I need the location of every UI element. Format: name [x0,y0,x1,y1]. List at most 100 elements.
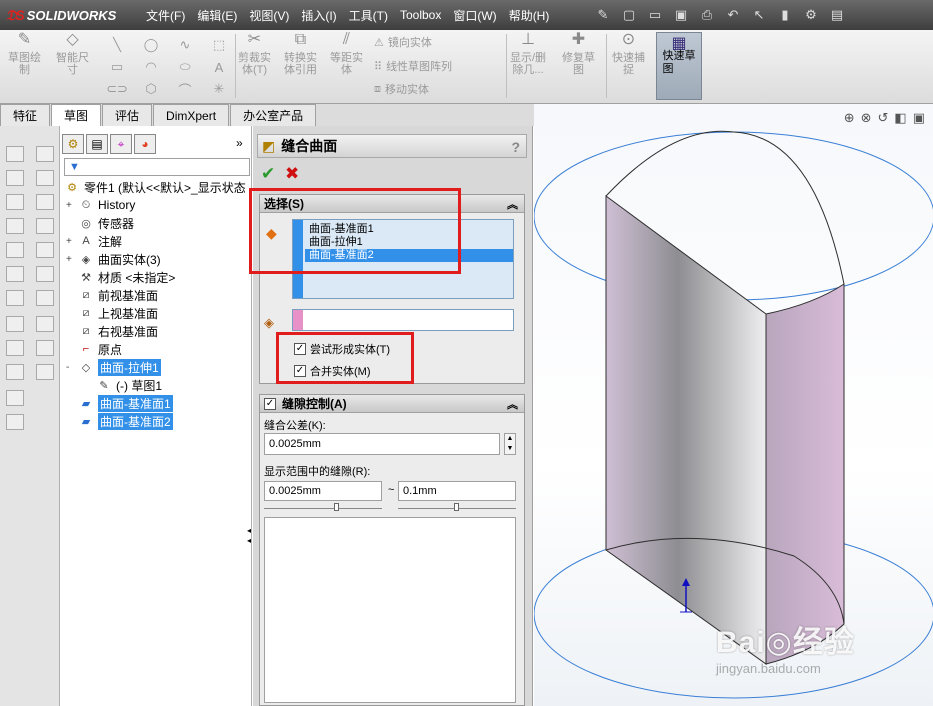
trim-entities-button[interactable]: ✂ 剪裁实 体(T) [238,32,271,77]
gap-control-checkbox[interactable]: ✓ [264,397,276,410]
panel-splitter-icon[interactable]: ◂ ◂ [247,526,253,556]
gap-range-max-input[interactable]: 0.1mm [398,481,516,501]
rapid-snaps-button[interactable]: ⊙ 快速捕 捉 [612,32,645,77]
tree-item[interactable]: ◎ 传感器 [66,214,134,232]
tool-icon[interactable] [6,266,24,282]
expand-panel-icon[interactable]: » [236,136,243,150]
extruded-surface-face[interactable] [765,283,845,665]
tree-item[interactable]: ⚒ 材质 <未指定> [66,268,175,286]
menu-insert[interactable]: 插入(I) [295,7,342,24]
tab-features[interactable]: 特征 [0,104,51,126]
line-icon[interactable]: ╲ [100,34,134,56]
expander-icon[interactable]: + [66,200,76,211]
open-file-icon[interactable]: ▭ [644,5,666,25]
quick-sketch-button[interactable]: ▦ 快速草 图 [656,32,702,100]
tool-icon[interactable] [6,170,24,186]
smart-dimension-button[interactable]: ◇ 智能尺 寸 [56,32,89,77]
circle-icon[interactable]: ◯ [134,34,168,56]
cancel-icon[interactable]: ✖ [285,164,299,184]
display-manager-tab-icon[interactable]: ◕ [134,134,156,154]
gaps-listbox[interactable] [264,517,516,703]
tree-item[interactable]: ⧄ 右视基准面 [66,322,159,340]
tree-item[interactable]: ▰ 曲面-基准面1 [66,394,173,412]
menu-help[interactable]: 帮助(H) [503,7,556,24]
tool-icon[interactable] [36,340,54,356]
tool-icon[interactable] [6,218,24,234]
gap-range-min-input[interactable]: 0.0025mm [264,481,382,501]
tree-root[interactable]: ⚙ 零件1 (默认<<默认>_显示状态 [62,178,246,196]
tool-icon[interactable] [36,146,54,162]
tree-filter-input[interactable]: ▼ [64,158,250,176]
menu-view[interactable]: 视图(V) [243,7,295,24]
tree-item[interactable]: ⧄ 上视基准面 [66,304,159,322]
feature-tree-tab-icon[interactable]: ⚙ [62,134,84,154]
tree-item[interactable]: + ◈ 曲面实体(3) [66,250,161,268]
tree-item[interactable]: + A 注解 [66,232,122,250]
collapse-icon[interactable]: ︽ [507,196,518,212]
print-icon[interactable]: ⎙ [696,5,718,25]
menu-file[interactable]: 文件(F) [140,7,191,24]
tab-dimxpert[interactable]: DimXpert [153,104,230,126]
expander-icon[interactable]: + [66,236,76,247]
solidworks-logo[interactable]: 𝔇S SOLIDWORKS [6,6,116,24]
move-entities-button[interactable]: ⧈ 移动实体 [374,81,429,97]
tool-icon[interactable] [36,170,54,186]
rebuild-icon[interactable]: ▮ [774,5,796,25]
tool-icon[interactable] [6,146,24,162]
tree-item[interactable]: ⧄ 前视基准面 [66,286,159,304]
tree-item[interactable]: + ⏲ History [66,196,135,214]
fillet-icon[interactable]: ⌒ [168,78,202,100]
spline-icon[interactable]: ∿ [168,34,202,56]
polygon-icon[interactable]: ⬡ [134,78,168,100]
top-edge[interactable] [534,131,933,301]
pin-icon[interactable]: ✎ [592,5,614,25]
arc-icon[interactable]: ◠ [134,56,168,78]
text-icon[interactable]: A [202,56,236,78]
convert-entities-button[interactable]: ⧉ 转换实 体引用 [284,32,317,77]
tool-icon[interactable] [6,290,24,306]
tool-icon[interactable] [36,218,54,234]
menu-toolbox[interactable]: Toolbox [394,8,447,22]
collapse-icon[interactable]: ︽ [507,396,518,412]
menu-tools[interactable]: 工具(T) [343,7,394,24]
display-delete-relations-button[interactable]: ⊥ 显示/删 除几... [510,32,546,77]
options-icon[interactable]: ⚙ [800,5,822,25]
ellipse-icon[interactable]: ⬭ [168,56,202,78]
configuration-tab-icon[interactable]: ⌖ [110,134,132,154]
new-file-icon[interactable]: ▢ [618,5,640,25]
tolerance-input[interactable]: 0.0025mm [264,433,500,455]
tool-icon[interactable] [6,340,24,356]
tool-icon[interactable] [36,194,54,210]
tree-item[interactable]: ⌐ 原点 [66,340,122,358]
help-icon[interactable]: ? [511,139,520,155]
offset-entities-button[interactable]: ⫽ 等距实 体 [330,32,363,77]
tool-icon[interactable] [36,364,54,380]
gap-control-header[interactable]: ✓ 缝隙控制(A) ︽ [260,395,524,413]
tree-item[interactable]: ✎ (-) 草图1 [84,376,162,394]
tool-icon[interactable] [6,364,24,380]
repair-sketch-button[interactable]: ✚ 修复草 图 [562,32,595,77]
tolerance-spinner[interactable]: ▲ ▼ [504,433,516,455]
property-manager-tab-icon[interactable]: ▤ [86,134,108,154]
tab-evaluate[interactable]: 评估 [102,104,153,126]
tree-item[interactable]: ▰ 曲面-基准面2 [66,412,173,430]
point-icon[interactable]: ✳ [202,78,236,100]
sketch-button[interactable]: ✎ 草图绘 制 [8,32,41,77]
tool-icon[interactable] [36,266,54,282]
settings-icon[interactable]: ▤ [826,5,848,25]
seed-face-field[interactable] [292,309,514,331]
gap-min-slider[interactable] [264,501,382,511]
tab-office-products[interactable]: 办公室产品 [230,104,317,126]
gap-max-slider[interactable] [398,501,516,511]
linear-pattern-button[interactable]: ⠿ 线性草图阵列 [374,58,452,74]
mirror-entities-button[interactable]: ⚠ 镜向实体 [374,34,432,50]
expander-icon[interactable]: + [66,254,76,265]
tool-icon[interactable] [6,316,24,332]
tool-icon[interactable] [6,414,24,430]
tool-icon[interactable] [36,290,54,306]
tool-icon[interactable] [36,316,54,332]
tab-sketch[interactable]: 草图 [51,104,102,126]
slot-icon[interactable]: ⊂⊃ [100,78,134,100]
tool-icon[interactable] [6,390,24,406]
expander-icon[interactable]: - [66,362,76,373]
